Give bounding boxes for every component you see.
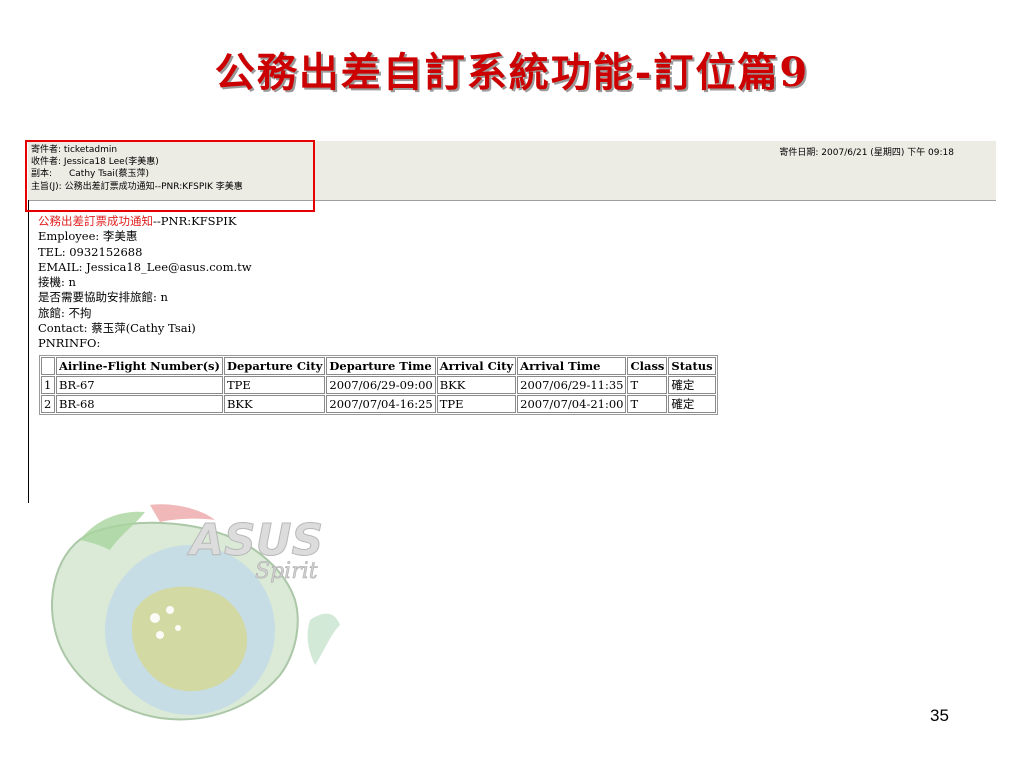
cell-class: T <box>627 376 668 394</box>
cell-departure-time: 2007/06/29-09:00 <box>326 376 436 394</box>
cell-status: 確定 <box>668 376 716 394</box>
cell-departure-city: BKK <box>223 395 326 413</box>
highlight-box <box>25 140 315 212</box>
logo-dot <box>166 606 174 614</box>
body-line-contact: Contact: 蔡玉萍(Cathy Tsai) <box>38 321 196 336</box>
col-header-departure-city: Departure City <box>223 357 326 375</box>
slide-title: 公務出差自訂系統功能-訂位篇9 <box>214 49 810 96</box>
cell-arrival-time: 2007/07/04-21:00 <box>517 395 627 413</box>
cell-index: 1 <box>41 376 55 394</box>
col-header-class: Class <box>627 357 668 375</box>
cell-departure-time: 2007/07/04-16:25 <box>326 395 436 413</box>
col-header-departure-time: Departure Time <box>326 357 436 375</box>
page-number: 35 <box>930 706 949 725</box>
body-line-tel: TEL: 0932152688 <box>38 244 143 259</box>
col-header-airline: Airline-Flight Number(s) <box>56 357 223 375</box>
date-label: 寄件日期: <box>779 148 819 158</box>
col-header-index <box>41 357 55 375</box>
email-body-border <box>28 200 29 503</box>
col-header-arrival-city: Arrival City <box>436 357 517 375</box>
flight-table: Airline-Flight Number(s) Departure City … <box>39 355 718 415</box>
email-window: 寄件者: ticketadmin 收件者: Jessica18 Lee(李美惠)… <box>25 140 996 503</box>
date-value: 2007/6/21 (星期四) 下午 09:18 <box>821 148 954 158</box>
logo-spirit-text: Spirit <box>255 559 318 584</box>
cell-status: 確定 <box>668 395 716 413</box>
body-line-hotel: 旅館: 不拘 <box>38 305 92 320</box>
asus-spirit-logo: ASUS Spirit <box>51 504 340 721</box>
body-line-subject: 公務出差訂票成功通知--PNR:KFSPIK <box>38 214 252 229</box>
logo-dot <box>156 631 164 639</box>
logo-right-wave <box>307 613 340 665</box>
logo-dot <box>175 625 181 631</box>
body-line-pickup: 接機: n <box>38 275 76 290</box>
cell-index: 2 <box>41 395 55 413</box>
body-line-email: EMAIL: Jessica18_Lee@asus.com.tw <box>38 259 252 274</box>
cell-flight: BR-68 <box>56 395 223 413</box>
col-header-arrival-time: Arrival Time <box>517 357 627 375</box>
table-row: 2 BR-68 BKK 2007/07/04-16:25 TPE 2007/07… <box>41 395 716 413</box>
sent-date: 寄件日期: 2007/6/21 (星期四) 下午 09:18 <box>779 145 954 158</box>
body-line-pnrinfo: PNRINFO: <box>38 336 101 351</box>
body-line-employee: Employee: 李美惠 <box>38 229 138 244</box>
email-body: 公務出差訂票成功通知--PNR:KFSPIK Employee: 李美惠 TEL… <box>38 214 252 352</box>
cell-flight: BR-67 <box>56 376 223 394</box>
cell-class: T <box>627 395 668 413</box>
cell-arrival-city: BKK <box>436 376 517 394</box>
cell-arrival-city: TPE <box>436 395 517 413</box>
body-line-hotel-assist: 是否需要協助安排旅館: n <box>38 290 168 305</box>
cell-arrival-time: 2007/06/29-11:35 <box>517 376 627 394</box>
col-header-status: Status <box>668 357 716 375</box>
body-subject-red: 公務出差訂票成功通知 <box>38 214 153 228</box>
cell-departure-city: TPE <box>223 376 326 394</box>
body-pnr: --PNR:KFSPIK <box>153 214 237 228</box>
logo-dot <box>150 613 160 623</box>
table-header-row: Airline-Flight Number(s) Departure City … <box>41 357 716 375</box>
table-row: 1 BR-67 TPE 2007/06/29-09:00 BKK 2007/06… <box>41 376 716 394</box>
